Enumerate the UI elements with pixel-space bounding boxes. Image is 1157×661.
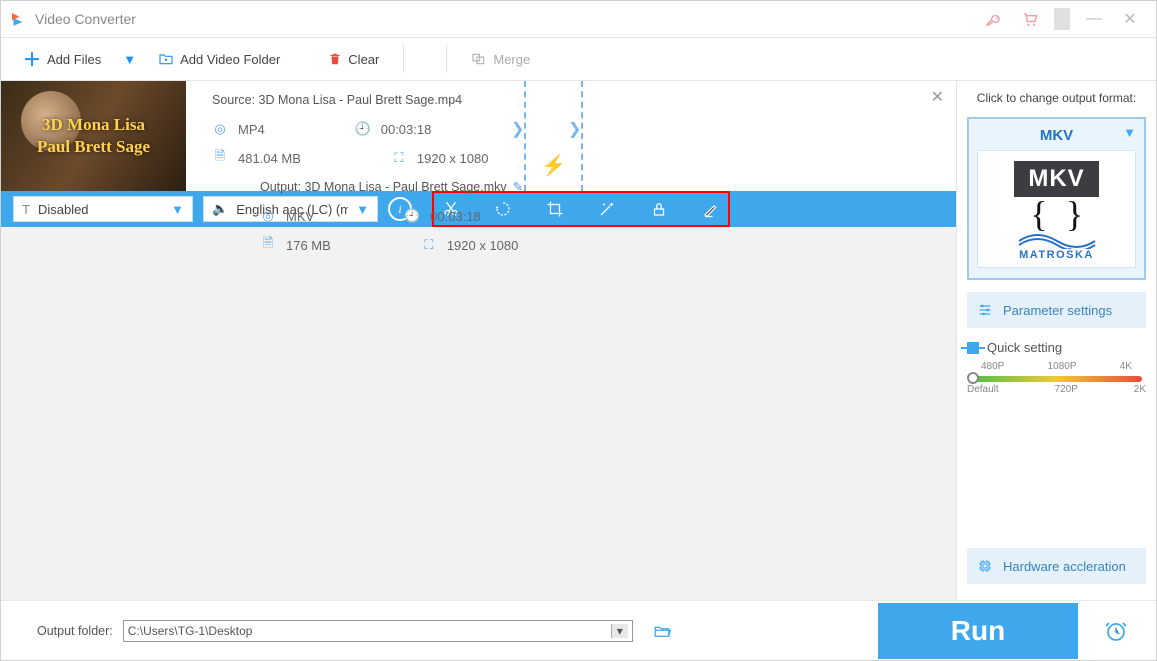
chevron-right-icon: ❯ bbox=[568, 119, 581, 139]
chevron-down-icon: ▼ bbox=[171, 202, 184, 217]
format-name: MKV bbox=[977, 127, 1136, 144]
close-button[interactable]: ✕ bbox=[1112, 1, 1148, 37]
minimize-button[interactable]: — bbox=[1076, 1, 1112, 37]
source-filename: Source: 3D Mona Lisa - Paul Brett Sage.m… bbox=[212, 93, 582, 107]
cart-icon[interactable] bbox=[1012, 1, 1048, 37]
schedule-alarm-icon[interactable] bbox=[1104, 619, 1128, 643]
file-info: ❯ ❯ ⚡ ✕ Source: 3D Mona Lisa - Paul Bret… bbox=[186, 81, 956, 191]
register-key-icon[interactable] bbox=[976, 1, 1012, 37]
title-bar: Video Converter — ✕ bbox=[1, 1, 1156, 37]
add-video-folder-button[interactable]: Add Video Folder bbox=[146, 45, 292, 73]
left-panel: 3D Mona Lisa Paul Brett Sage ❯ ❯ ⚡ ✕ Sou… bbox=[1, 81, 956, 600]
open-folder-icon[interactable] bbox=[651, 622, 673, 640]
file-row[interactable]: 3D Mona Lisa Paul Brett Sage ❯ ❯ ⚡ ✕ Sou… bbox=[1, 81, 956, 191]
thumb-title-1: 3D Mona Lisa bbox=[37, 114, 150, 136]
source-resolution: 1920 x 1080 bbox=[417, 151, 489, 166]
subtitle-icon: T bbox=[22, 202, 30, 217]
source-duration: 00:03:18 bbox=[381, 122, 432, 137]
resolution-icon: ⛶ bbox=[391, 150, 407, 166]
clock-icon: 🕘 bbox=[404, 208, 420, 224]
trash-icon bbox=[328, 51, 342, 67]
run-button[interactable]: Run bbox=[878, 603, 1078, 659]
output-format: MKV bbox=[286, 209, 314, 224]
file-icon: 🗎 bbox=[212, 147, 228, 169]
clear-button[interactable]: Clear bbox=[316, 45, 391, 73]
chip-icon bbox=[977, 558, 993, 574]
subtitle-dropdown[interactable]: T Disabled ▼ bbox=[13, 196, 193, 222]
format-logo: MKV {{ MATROŠKA bbox=[977, 150, 1136, 268]
app-title: Video Converter bbox=[35, 11, 136, 27]
merge-button: Merge bbox=[459, 45, 542, 73]
clock-icon: 🕘 bbox=[355, 121, 371, 137]
quick-setting-section: Quick setting 480P 1080P 4K Default 720P… bbox=[967, 340, 1146, 395]
plus-icon: ＋ bbox=[23, 46, 41, 72]
disc-icon: ◎ bbox=[260, 208, 276, 224]
footer-bar: Output folder: C:\Users\TG-1\Desktop ▾ R… bbox=[1, 600, 1156, 660]
parameter-settings-button[interactable]: Parameter settings bbox=[967, 292, 1146, 328]
chevron-right-icon: ❯ bbox=[511, 119, 524, 139]
edit-output-name-icon[interactable]: ✎ bbox=[513, 180, 523, 194]
output-folder-label: Output folder: bbox=[37, 624, 113, 638]
lightning-icon: ⚡ bbox=[541, 153, 566, 178]
quick-setting-icon bbox=[967, 342, 979, 354]
subtitle-tool-icon[interactable] bbox=[700, 198, 722, 220]
output-format-selector[interactable]: MKV ▼ MKV {{ MATROŠKA bbox=[967, 117, 1146, 280]
add-files-dropdown[interactable]: ▼ bbox=[113, 52, 146, 67]
remove-file-button[interactable]: ✕ bbox=[931, 87, 944, 107]
output-filename: Output: 3D Mona Lisa - Paul Brett Sage.m… bbox=[260, 180, 507, 194]
change-format-label: Click to change output format: bbox=[967, 91, 1146, 105]
output-resolution: 1920 x 1080 bbox=[447, 238, 519, 253]
file-list-empty-area bbox=[1, 227, 956, 600]
chevron-down-icon[interactable]: ▼ bbox=[1123, 125, 1136, 140]
file-icon: 🗎 bbox=[260, 234, 276, 256]
sliders-icon bbox=[977, 302, 993, 318]
right-panel: Click to change output format: MKV ▼ MKV… bbox=[956, 81, 1156, 600]
source-size: 481.04 MB bbox=[238, 151, 301, 166]
main-area: 3D Mona Lisa Paul Brett Sage ❯ ❯ ⚡ ✕ Sou… bbox=[1, 81, 1156, 600]
source-format: MP4 bbox=[238, 122, 265, 137]
merge-icon bbox=[471, 51, 487, 67]
app-logo-icon bbox=[9, 10, 27, 28]
watermark-tool-icon[interactable] bbox=[648, 198, 670, 220]
quality-slider[interactable]: 480P 1080P 4K Default 720P 2K bbox=[967, 361, 1146, 395]
resolution-icon: ⛶ bbox=[421, 237, 437, 253]
hardware-acceleration-button[interactable]: Hardware accleration bbox=[967, 548, 1146, 584]
folder-dropdown-arrow[interactable]: ▾ bbox=[611, 624, 628, 638]
folder-plus-icon bbox=[158, 51, 174, 67]
video-thumbnail[interactable]: 3D Mona Lisa Paul Brett Sage bbox=[1, 81, 186, 191]
thumb-title-2: Paul Brett Sage bbox=[37, 136, 150, 158]
add-files-button[interactable]: ＋ Add Files bbox=[11, 40, 113, 78]
output-duration: 00:03:18 bbox=[430, 209, 481, 224]
output-folder-input[interactable]: C:\Users\TG-1\Desktop ▾ bbox=[123, 620, 633, 642]
disc-icon: ◎ bbox=[212, 121, 228, 137]
output-size: 176 MB bbox=[286, 238, 331, 253]
slider-knob[interactable] bbox=[967, 372, 979, 384]
main-toolbar: ＋ Add Files ▼ Add Video Folder Clear Mer… bbox=[1, 37, 1156, 81]
